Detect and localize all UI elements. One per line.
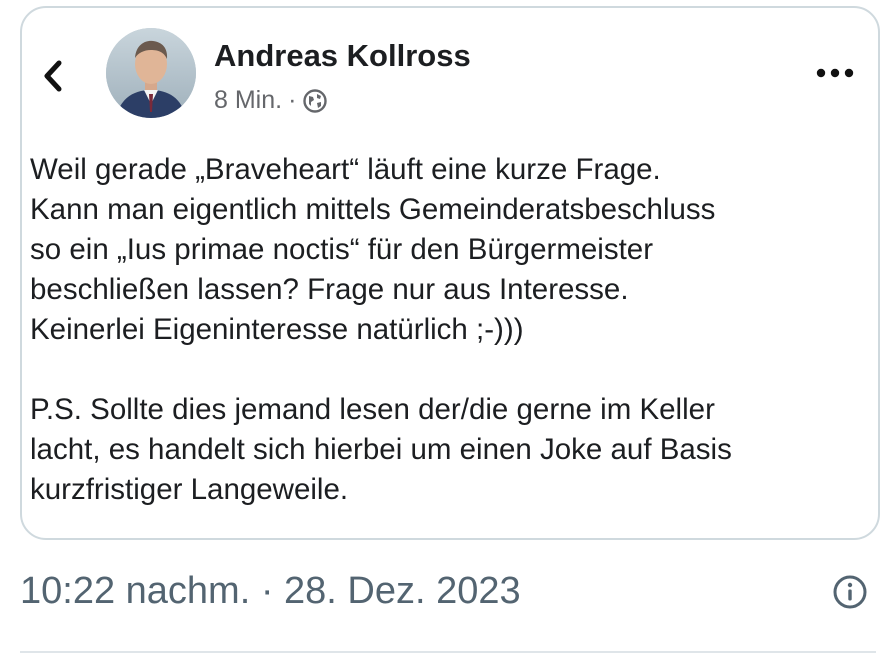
avatar[interactable] bbox=[106, 28, 196, 118]
post-paragraph: Weil gerade „Braveheart“ läuft eine kurz… bbox=[30, 153, 716, 346]
post-paragraph: P.S. Sollte dies jemand lesen der/die ge… bbox=[30, 393, 732, 506]
post-meta: 8 Min. · bbox=[214, 86, 328, 115]
chevron-left-icon bbox=[44, 60, 62, 92]
back-button[interactable] bbox=[36, 56, 70, 96]
more-options-button[interactable] bbox=[810, 58, 860, 88]
globe-icon bbox=[302, 88, 328, 114]
avatar-photo bbox=[106, 28, 196, 118]
tweet-footer: 10:22 nachm. · 28. Dez. 2023 bbox=[20, 570, 876, 618]
author-name[interactable]: Andreas Kollross bbox=[214, 38, 471, 74]
post-timestamp[interactable]: 10:22 nachm. · 28. Dez. 2023 bbox=[20, 570, 521, 613]
info-button[interactable] bbox=[830, 572, 870, 612]
info-icon bbox=[833, 575, 867, 609]
meta-separator: · bbox=[288, 86, 297, 114]
divider bbox=[20, 651, 876, 653]
post-body: Weil gerade „Braveheart“ läuft eine kurz… bbox=[30, 150, 840, 510]
more-horizontal-icon bbox=[816, 68, 854, 78]
post-age[interactable]: 8 Min. bbox=[214, 86, 282, 115]
